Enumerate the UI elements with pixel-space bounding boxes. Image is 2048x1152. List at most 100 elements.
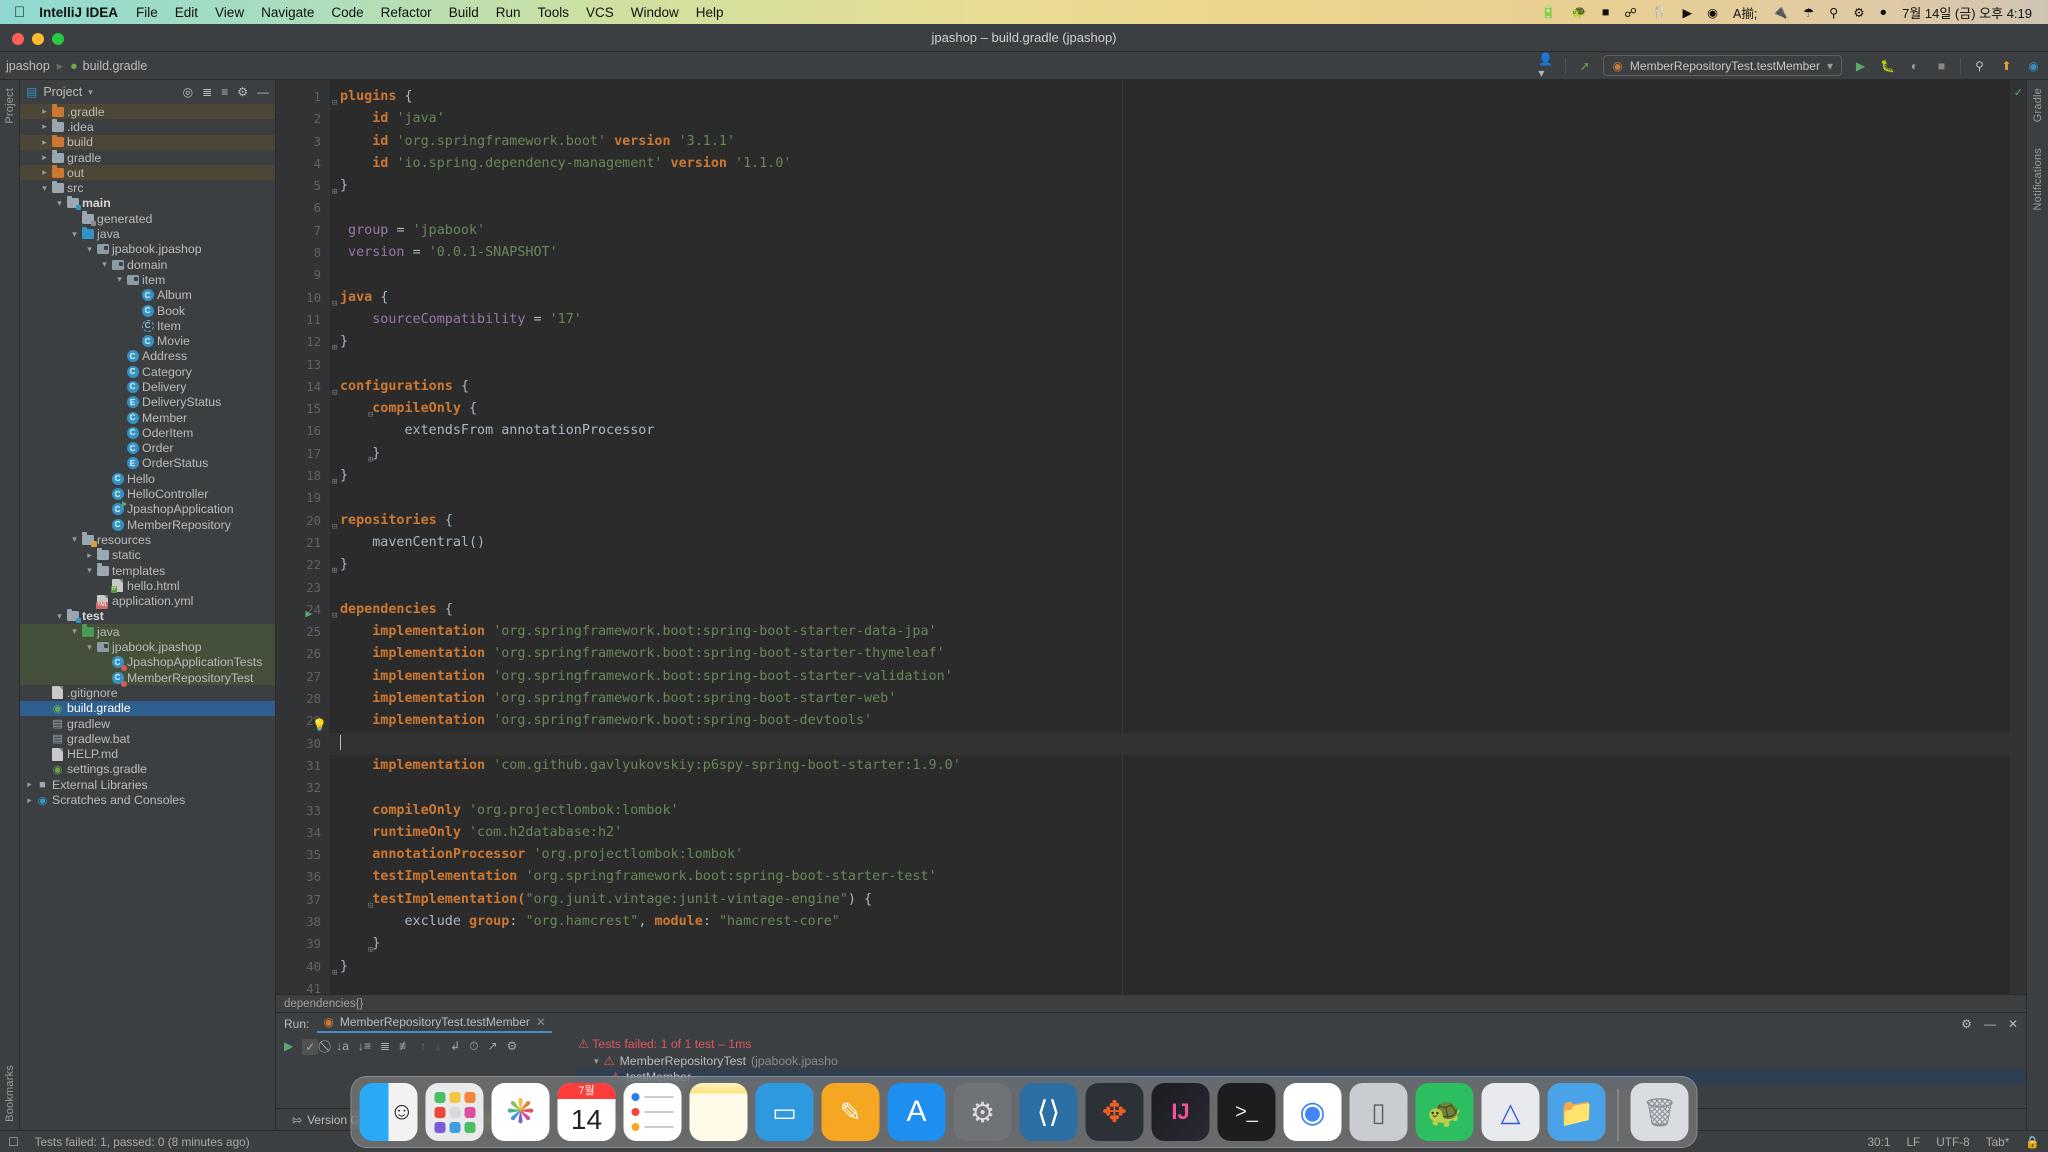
chevron-down-icon[interactable]: ▾ xyxy=(88,87,93,98)
breadcrumb-file[interactable]: build.gradle xyxy=(83,59,148,73)
code-line-32[interactable] xyxy=(330,777,2010,799)
gutter-line-25[interactable]: 25 xyxy=(276,621,330,643)
close-tab-icon[interactable]: ✕ xyxy=(536,1015,546,1029)
code-line-25[interactable]: implementation 'org.springframework.boot… xyxy=(330,621,2010,643)
right-strip-gradle-label[interactable]: Gradle xyxy=(2032,88,2044,122)
tree-row-category[interactable]: C Category xyxy=(20,364,275,379)
tree-row--gitignore[interactable]: .gitignore xyxy=(20,685,275,700)
gutter-line-23[interactable]: 23 xyxy=(276,577,330,599)
gutter-line-33[interactable]: 33 xyxy=(276,800,330,822)
gutter-line-5[interactable]: 5 xyxy=(276,175,330,197)
tree-row-scratches-and-consoles[interactable]: ▸ ◉ Scratches and Consoles xyxy=(20,792,275,807)
chevron-down-icon[interactable]: ▾ xyxy=(99,259,110,270)
menubar-clock[interactable]: 7월 14일 (금) 오후 4:19 xyxy=(1902,3,2048,22)
menubar-app-name[interactable]: IntelliJ IDEA xyxy=(39,5,118,20)
gutter-line-34[interactable]: 34 xyxy=(276,822,330,844)
chevron-right-icon[interactable]: ▸ xyxy=(39,106,50,117)
code-line-34[interactable]: runtimeOnly 'com.h2database:h2' xyxy=(330,822,2010,844)
tree-row-movie[interactable]: C Movie xyxy=(20,333,275,348)
code-line-20[interactable]: ⊟ repositories { xyxy=(330,510,2010,532)
chevron-right-icon[interactable]: ▸ xyxy=(39,137,50,148)
code-line-10[interactable]: ⊟ java { xyxy=(330,287,2010,309)
close-icon[interactable]: ✕ xyxy=(2008,1017,2018,1031)
evernote-icon[interactable]: 🐢 xyxy=(1571,5,1587,20)
tree-row-domain[interactable]: ▾ domain xyxy=(20,257,275,272)
chevron-down-icon[interactable]: ▾ xyxy=(39,183,50,194)
line-separator[interactable]: LF xyxy=(1906,1135,1920,1149)
dock-item-terminal[interactable]: >_ xyxy=(1217,1083,1276,1141)
airdrop-icon[interactable]: ◉ xyxy=(1707,5,1718,20)
lightbulb-icon[interactable]: 💡 xyxy=(312,714,327,732)
hide-icon[interactable]: — xyxy=(257,85,269,99)
gutter-line-12[interactable]: 12 xyxy=(276,331,330,353)
build-hammer-icon[interactable]: ➚ xyxy=(1576,57,1593,74)
fold-open-icon[interactable]: ⊟ xyxy=(332,382,341,398)
menu-window[interactable]: Window xyxy=(631,5,679,20)
fold-open-icon[interactable]: ⊟ xyxy=(332,92,341,108)
tree-row-test[interactable]: ▾ test xyxy=(20,608,275,624)
collapse-all-icon[interactable]: ≢ xyxy=(399,1039,411,1053)
tree-row-templates[interactable]: ▾ templates xyxy=(20,563,275,578)
tree-row-gradlew-bat[interactable]: ▤ gradlew.bat xyxy=(20,731,275,746)
menu-tools[interactable]: Tools xyxy=(537,5,569,20)
search-icon[interactable]: ⚲ xyxy=(1829,5,1838,20)
inspection-ok-icon[interactable]: ✓ xyxy=(2014,86,2023,99)
event-log-icon[interactable]: ☐ xyxy=(8,1135,19,1149)
battery-menu-icon[interactable]: 🔋 xyxy=(1541,5,1557,20)
editor-marker-bar[interactable]: ✓ xyxy=(2010,80,2026,994)
tree-row-item[interactable]: ▾ item xyxy=(20,272,275,287)
chevron-down-icon[interactable]: ▾ xyxy=(69,626,80,637)
updates-icon[interactable]: ⬆ xyxy=(1998,57,2015,74)
code-line-5[interactable]: ⊞} xyxy=(330,175,2010,197)
gutter-line-24[interactable]: ▶ 24 xyxy=(276,599,330,621)
editor-breadcrumb[interactable]: dependencies{} xyxy=(276,994,2026,1012)
dock-item-intellij[interactable]: IJ xyxy=(1151,1083,1210,1141)
chevron-down-icon[interactable]: ▾ xyxy=(54,198,65,209)
caret-position[interactable]: 30:1 xyxy=(1868,1135,1891,1149)
gutter-line-36[interactable]: 36 xyxy=(276,866,330,888)
tree-row--gradle[interactable]: ▸ .gradle xyxy=(20,104,275,120)
utensils-icon[interactable]: 🍴 xyxy=(1652,5,1668,20)
dock-item-launchpad[interactable] xyxy=(425,1083,484,1141)
gutter-line-6[interactable]: 6 xyxy=(276,197,330,219)
gutter-line-29[interactable]: 💡 29 xyxy=(276,710,330,732)
dock-item-trash[interactable]: 🗑 xyxy=(1630,1083,1689,1141)
chevron-right-icon[interactable]: ▸ xyxy=(39,167,50,178)
code-line-16[interactable]: extendsFrom annotationProcessor xyxy=(330,420,2010,442)
run-tab[interactable]: ◉ MemberRepositoryTest.testMember ✕ xyxy=(317,1015,552,1033)
chevron-down-icon[interactable]: ▾ xyxy=(54,611,65,622)
gutter-line-26[interactable]: 26 xyxy=(276,643,330,665)
code-line-6[interactable] xyxy=(330,197,2010,219)
show-passed-toggle[interactable]: ✓ xyxy=(302,1039,319,1055)
settings-gear-icon[interactable]: ⚙ xyxy=(237,85,248,99)
prev-failed-icon[interactable]: ↑ xyxy=(420,1039,426,1053)
sort-alphabetically-icon[interactable]: ↓a xyxy=(336,1039,349,1053)
code-line-41[interactable] xyxy=(330,978,2010,994)
chevron-down-icon[interactable]: ▾ xyxy=(594,1056,599,1067)
dock-item-finder[interactable]: ☺ xyxy=(359,1083,418,1141)
code-line-40[interactable]: ⊞} xyxy=(330,956,2010,978)
gutter-line-20[interactable]: 20 xyxy=(276,510,330,532)
gutter-line-11[interactable]: 11 xyxy=(276,309,330,331)
bluetooth-icon[interactable]: ☍ xyxy=(1624,5,1637,20)
gutter-line-28[interactable]: 28 xyxy=(276,688,330,710)
code-line-15[interactable]: ⊟ compileOnly { xyxy=(330,398,2010,420)
code-line-36[interactable]: testImplementation 'org.springframework.… xyxy=(330,866,2010,888)
close-button[interactable] xyxy=(12,33,24,45)
menu-help[interactable]: Help xyxy=(696,5,724,20)
tree-row-build-gradle[interactable]: ◉ build.gradle xyxy=(20,700,275,716)
chevron-down-icon[interactable]: ▾ xyxy=(69,534,80,545)
dock-item-postman[interactable]: ✥ xyxy=(1085,1083,1144,1141)
chevron-right-icon[interactable]: ▸ xyxy=(39,121,50,132)
dock-item-keynote[interactable]: ▭ xyxy=(755,1083,814,1141)
fold-open-icon[interactable]: ⊟ xyxy=(332,605,341,621)
play-circle-icon[interactable]: ▶ xyxy=(1683,5,1693,20)
chevron-down-icon[interactable]: ▾ xyxy=(84,565,95,576)
rerun-icon[interactable]: ▶ xyxy=(284,1039,293,1053)
export-icon[interactable]: ↗ xyxy=(488,1039,498,1053)
fold-close-icon[interactable]: ⊞ xyxy=(332,337,341,353)
wifi-icon[interactable]: ☂ xyxy=(1803,5,1814,20)
dock-item-vscode[interactable]: ⟨⟩ xyxy=(1019,1083,1078,1141)
fold-close-icon[interactable]: ⊞ xyxy=(332,181,341,197)
input-source-icon[interactable]: A揃; xyxy=(1733,3,1757,22)
